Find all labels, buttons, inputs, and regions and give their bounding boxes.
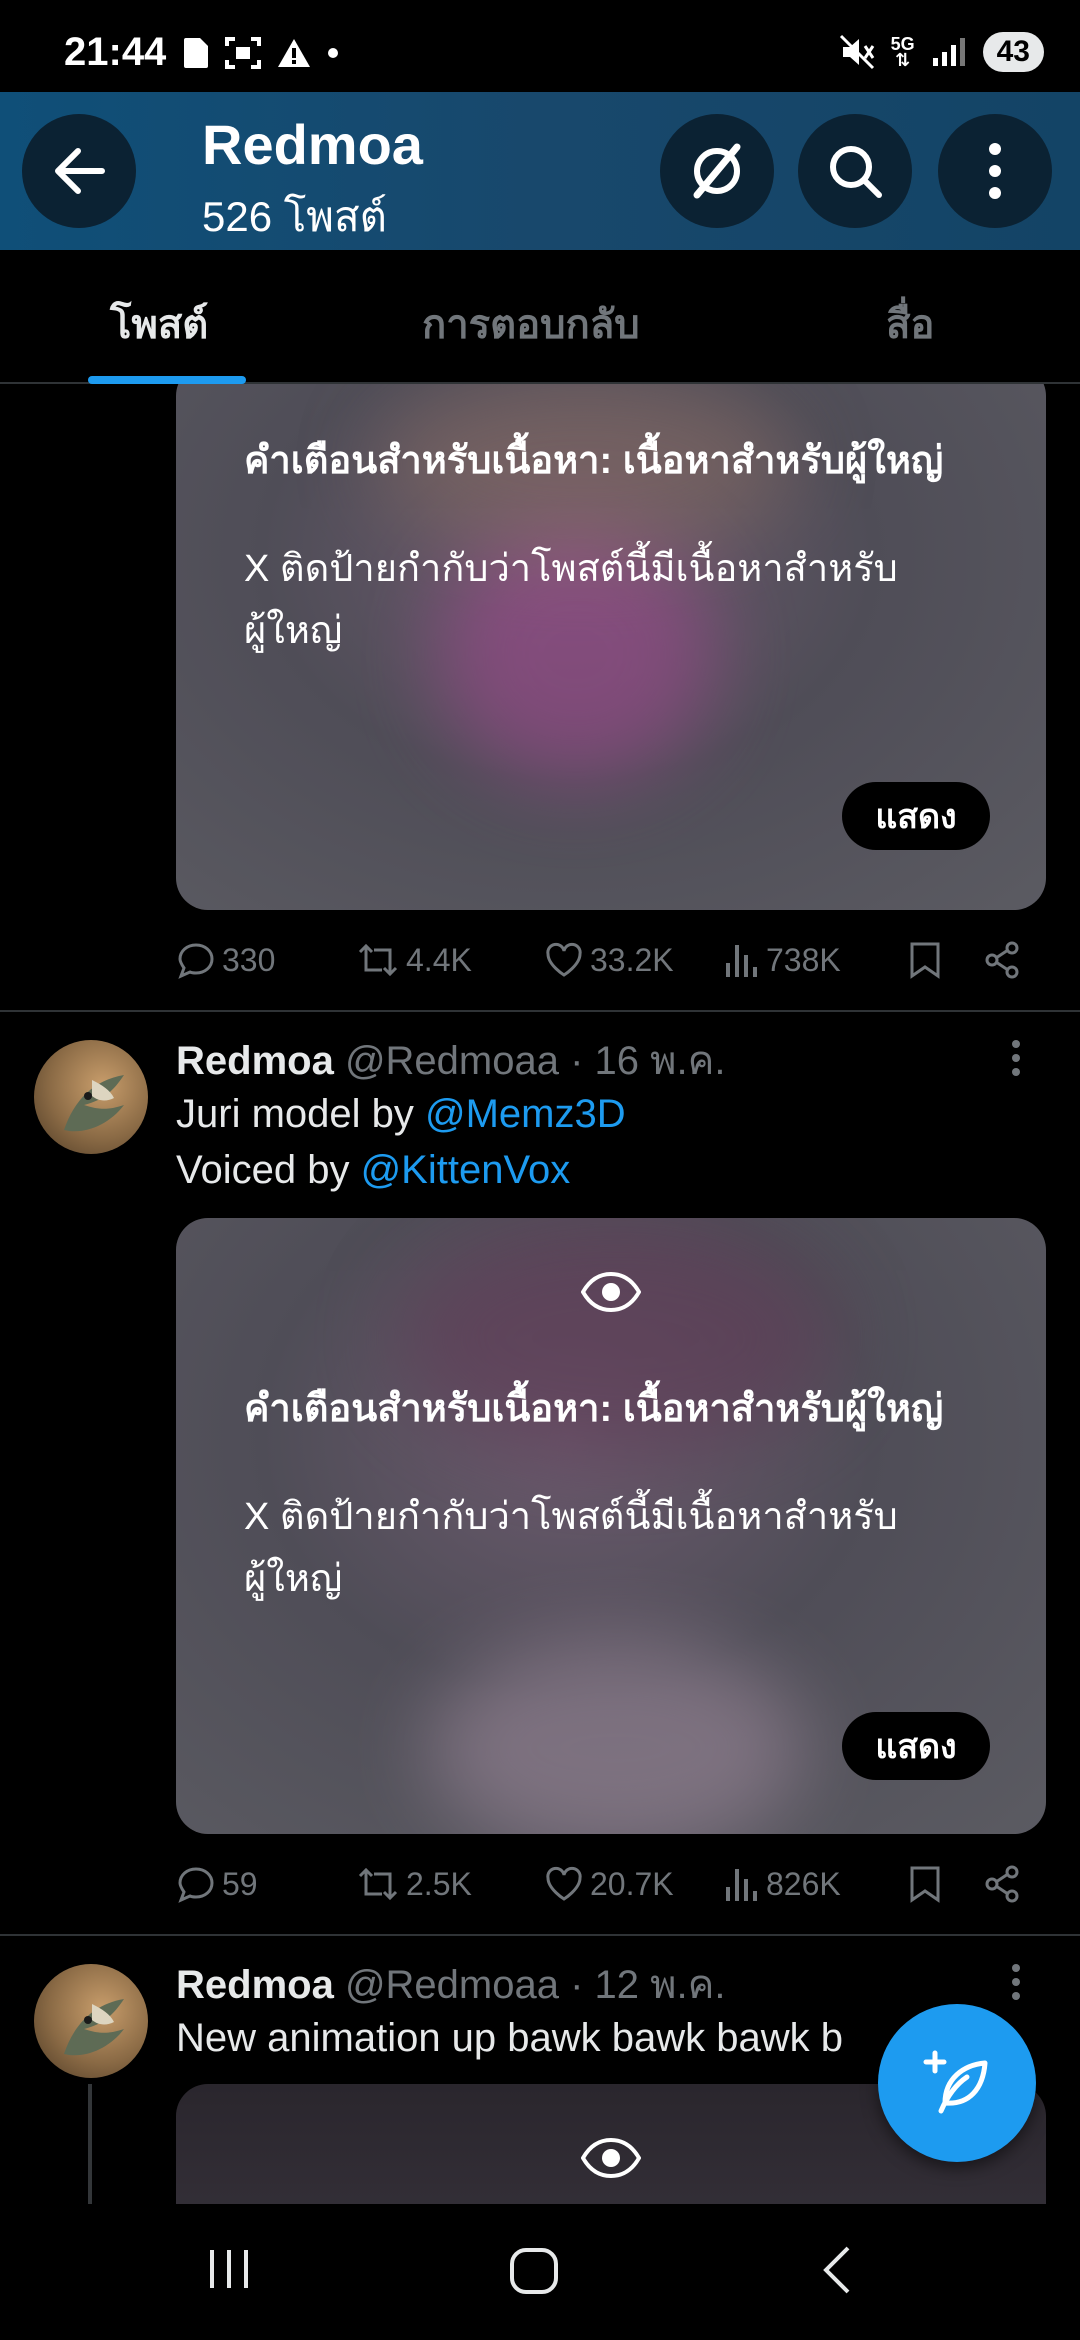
tab-media[interactable]: สื่อ	[886, 292, 934, 356]
bookmark-icon	[910, 942, 940, 979]
blurred-media	[426, 1638, 806, 1834]
timeline[interactable]: คำเตือนสำหรับเนื้อหา: เนื้อหาสำหรับผู้ให…	[0, 384, 1080, 2204]
status-bar: 21:44 5G ⇅ 43	[0, 0, 1080, 92]
author-name[interactable]: Redmoa	[176, 1963, 334, 2007]
home-icon[interactable]	[508, 2244, 560, 2296]
mute-icon	[839, 34, 874, 70]
author-handle[interactable]: @Redmoaa	[345, 1963, 559, 2007]
bookmark-icon	[910, 1866, 940, 1903]
tab-replies[interactable]: การตอบกลับ	[422, 292, 640, 356]
share-icon	[985, 941, 1019, 979]
sensitive-media-card[interactable]: คำเตือนสำหรับเนื้อหา: เนื้อหาสำหรับผู้ให…	[176, 384, 1046, 910]
signal-icon	[932, 38, 965, 66]
eye-icon	[581, 1272, 641, 1312]
back-nav-icon[interactable]	[818, 2244, 858, 2296]
eye-icon	[581, 2138, 641, 2178]
post-actions: 330 4.4K 33.2K 738K	[176, 930, 1046, 990]
post-actions: 59 2.5K 20.7K 826K	[176, 1854, 1046, 1914]
show-button[interactable]: แสดง	[842, 782, 990, 850]
repost-button[interactable]: 2.5K	[356, 1864, 472, 1904]
recent-apps-icon[interactable]	[204, 2244, 254, 2294]
search-icon	[830, 146, 882, 198]
status-notification-icons	[182, 36, 340, 70]
share-button[interactable]	[982, 1864, 1022, 1904]
status-system-icons: 5G ⇅ 43	[839, 32, 1044, 72]
heart-icon	[546, 942, 582, 977]
grok-button[interactable]	[660, 114, 774, 228]
share-button[interactable]	[982, 940, 1022, 980]
like-button[interactable]: 33.2K	[544, 941, 674, 979]
author-name[interactable]: Redmoa	[176, 1039, 334, 1083]
analytics-icon	[726, 945, 757, 977]
profile-tabs: โพสต์ การตอบกลับ สื่อ	[0, 250, 1080, 384]
post-text: New animation up bawk bawk bawk b	[176, 2016, 844, 2060]
back-button[interactable]	[22, 114, 136, 228]
compose-post-button[interactable]	[878, 2004, 1036, 2162]
post-date: · 16 พ.ค.	[570, 1039, 726, 1083]
post-divider	[0, 1010, 1080, 1012]
screenshot-icon	[225, 37, 261, 69]
bookmark-button[interactable]	[908, 1864, 942, 1904]
views-button[interactable]: 826K	[724, 1865, 841, 1903]
reply-icon	[178, 1867, 214, 1903]
repost-icon	[358, 943, 398, 977]
mention-link[interactable]: @Memz3D	[425, 1092, 626, 1136]
reply-button[interactable]: 330	[176, 940, 275, 980]
system-navigation-bar	[0, 2204, 1080, 2340]
avatar-image	[64, 1999, 124, 2056]
compose-feather-icon	[923, 2050, 988, 2114]
arrow-left-icon	[55, 148, 105, 194]
repost-button[interactable]: 4.4K	[356, 940, 472, 980]
sim-card-icon	[184, 38, 208, 68]
views-button[interactable]: 738K	[724, 941, 841, 979]
post-header: Redmoa @Redmoaa · 16 พ.ค.	[176, 1036, 726, 1086]
vertical-dots-icon	[989, 143, 1001, 199]
like-button[interactable]: 20.7K	[544, 1865, 674, 1903]
heart-icon	[546, 1866, 582, 1901]
share-icon	[985, 1865, 1019, 1903]
profile-header: Redmoa 526 โพสต์	[0, 92, 1080, 250]
content-warning-text: X ติดป้ายกำกับว่าโพสต์นี้มีเนื้อหาสำหรับ…	[244, 1496, 898, 1600]
search-button[interactable]	[798, 114, 912, 228]
post-more-button[interactable]	[1010, 1038, 1022, 1087]
battery-level: 43	[982, 32, 1044, 72]
post-text-line-1: Juri model by @Memz3D	[176, 1092, 626, 1136]
active-tab-indicator	[88, 376, 246, 384]
tab-posts[interactable]: โพสต์	[110, 292, 208, 356]
more-options-button[interactable]	[938, 114, 1052, 228]
thread-line	[88, 2084, 92, 2204]
post-date: · 12 พ.ค.	[570, 1963, 726, 2007]
reply-button[interactable]: 59	[176, 1864, 258, 1904]
content-warning-text: X ติดป้ายกำกับว่าโพสต์นี้มีเนื้อหาสำหรับ…	[244, 548, 898, 652]
avatar[interactable]	[34, 1964, 148, 2078]
repost-icon	[358, 1867, 398, 1901]
avatar[interactable]	[34, 1040, 148, 1154]
post-divider	[0, 1934, 1080, 1936]
warning-icon	[278, 39, 310, 67]
grok-icon	[693, 143, 741, 199]
mention-link[interactable]: @KittenVox	[361, 1148, 571, 1192]
network-type: 5G ⇅	[890, 34, 915, 70]
post-header: Redmoa @Redmoaa · 12 พ.ค.	[176, 1960, 726, 2010]
post-more-button[interactable]	[1010, 1962, 1022, 2011]
sensitive-media-card[interactable]: คำเตือนสำหรับเนื้อหา: เนื้อหาสำหรับผู้ให…	[176, 1218, 1046, 1834]
post-text-line-2: Voiced by @KittenVox	[176, 1148, 571, 1192]
dot-icon	[328, 48, 338, 58]
post-count: 526 โพสต์	[202, 193, 387, 240]
show-button[interactable]: แสดง	[842, 1712, 990, 1780]
content-warning-title: คำเตือนสำหรับเนื้อหา: เนื้อหาสำหรับผู้ให…	[244, 440, 944, 482]
content-warning-title: คำเตือนสำหรับเนื้อหา: เนื้อหาสำหรับผู้ให…	[244, 1388, 944, 1430]
bookmark-button[interactable]	[908, 940, 942, 980]
avatar-image	[64, 1075, 124, 1132]
analytics-icon	[726, 1869, 757, 1901]
reply-icon	[178, 943, 214, 979]
author-handle[interactable]: @Redmoaa	[345, 1039, 559, 1083]
profile-name: Redmoa	[202, 113, 423, 176]
status-time: 21:44	[64, 30, 167, 74]
vertical-dots-icon	[1012, 1040, 1020, 1076]
vertical-dots-icon	[1012, 1964, 1020, 2000]
